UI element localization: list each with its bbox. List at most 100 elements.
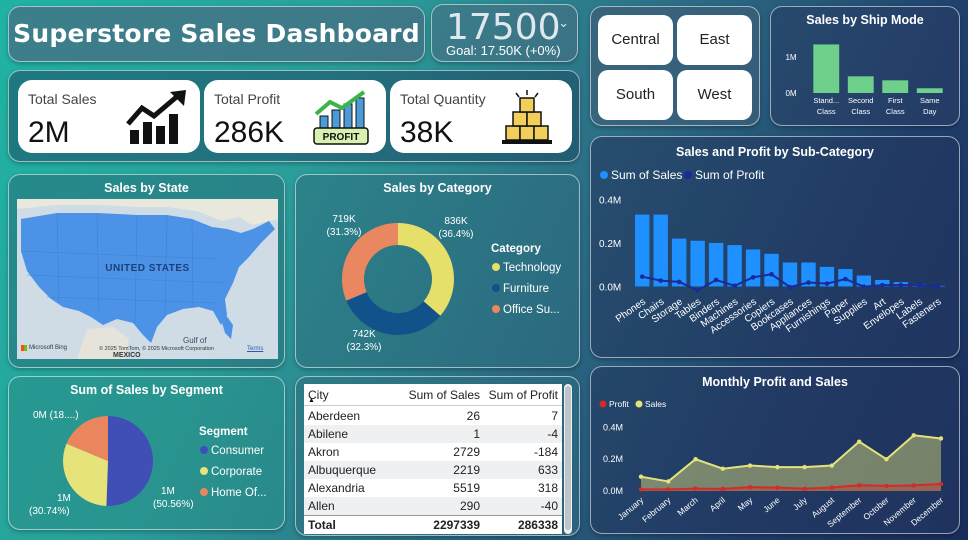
- total-sales-card[interactable]: Total Sales 2M: [18, 80, 200, 153]
- sales-point: [911, 433, 916, 438]
- table-row[interactable]: Akron 2729 -184: [304, 443, 562, 461]
- x-tick-label: February: [640, 494, 673, 524]
- table-row[interactable]: Allen 290 -40: [304, 497, 562, 515]
- profit-point: [693, 486, 698, 491]
- table-cell: 26: [466, 409, 480, 423]
- data-label: 1M: [57, 493, 71, 504]
- x-tick-label: Day: [923, 107, 937, 116]
- bing-logo-icon: [21, 345, 27, 351]
- x-tick-label: First: [888, 96, 903, 105]
- sales-point: [720, 466, 726, 471]
- card-label: Total Quantity: [400, 91, 486, 107]
- y-tick-label: 1M: [785, 53, 796, 62]
- card-value: 286K: [214, 116, 285, 149]
- sales-map[interactable]: UNITED STATES Gulf of MEXICO Microsoft B…: [17, 199, 278, 359]
- data-label: (30.74%): [29, 506, 70, 517]
- table-row[interactable]: Abilene 1 -4: [304, 425, 562, 443]
- sales-point: [747, 463, 753, 468]
- monthly-chart[interactable]: Profit Sales0.4M0.2M0.0MJanuaryFebruary Ma…: [591, 367, 961, 535]
- data-label: 0M (18....): [33, 410, 79, 421]
- region-button-east[interactable]: East: [677, 15, 752, 65]
- region-button-central[interactable]: Central: [598, 15, 673, 65]
- y-tick-label: 0.4M: [603, 422, 623, 432]
- table-cell: -184: [533, 445, 558, 459]
- region-button-south[interactable]: South: [598, 70, 673, 120]
- goal-kpi[interactable]: 17500 ⌄ Goal: 17.50K (+0%): [431, 4, 578, 62]
- x-tick-label: May: [736, 494, 755, 512]
- column-header-city[interactable]: City: [304, 388, 406, 402]
- table-row[interactable]: Alexandria 5519 318: [304, 479, 562, 497]
- sales-bar: [764, 253, 779, 287]
- table-cell: Alexandria: [308, 481, 365, 495]
- legend-label: Furniture: [503, 283, 549, 295]
- legend-label: Consumer: [211, 445, 264, 457]
- total-profit-card[interactable]: Total Profit 286K PROFIT: [204, 80, 386, 153]
- total-profit: 286338: [517, 518, 558, 532]
- profit-chart-icon: PROFIT: [313, 90, 369, 145]
- legend-label: Profit: [609, 399, 629, 409]
- legend-label: Home Of...: [211, 487, 267, 499]
- table-row[interactable]: Albuquerque 2219 633: [304, 461, 562, 479]
- legend-title: Category: [491, 243, 541, 255]
- ship-mode-bar: [813, 44, 840, 93]
- x-tick-label: Second: [848, 96, 873, 105]
- sales-point: [775, 464, 780, 470]
- city-table[interactable]: City Sum of Sales Sum of Profit ▲ Aberde…: [304, 384, 562, 534]
- us-map-shape: [17, 199, 278, 359]
- profit-point: [861, 284, 867, 289]
- sales-bar: [653, 214, 668, 287]
- table-cell: 1: [473, 427, 480, 441]
- sales-area: [641, 435, 941, 491]
- subcategory-chart-panel: Sales and Profit by Sub-Category Sum of …: [590, 136, 960, 358]
- microsoft-bing-logo: Microsoft Bing: [21, 345, 67, 351]
- profit-point: [898, 282, 904, 288]
- legend-label: Sum of Sales: [611, 168, 682, 182]
- sales-point: [693, 456, 698, 462]
- table-row[interactable]: Aberdeen 26 7: [304, 407, 562, 425]
- region-button-west[interactable]: West: [677, 70, 752, 120]
- table-cell: Albuquerque: [308, 463, 377, 477]
- title-panel: Superstore Sales Dashboard: [8, 6, 425, 62]
- table-scrollbar[interactable]: [564, 384, 572, 534]
- chevron-down-icon[interactable]: ⌄: [558, 15, 569, 31]
- data-label: (36.4%): [438, 229, 473, 240]
- column-header-profit[interactable]: Sum of Profit: [484, 388, 562, 402]
- ship-mode-chart[interactable]: 1M0MStand...ClassSecondClassFirstClassSa…: [771, 7, 961, 127]
- total-quantity-card[interactable]: Total Quantity 38K: [390, 80, 572, 153]
- column-header-sales[interactable]: Sum of Sales: [406, 388, 484, 402]
- map-terms-link[interactable]: Terms: [247, 346, 263, 352]
- pie-slice-0: [106, 416, 153, 506]
- map-mexico-label: MEXICO: [113, 352, 141, 359]
- ship-mode-bar: [916, 88, 943, 93]
- legend-marker: [492, 305, 500, 313]
- y-tick-label: 0.4M: [599, 195, 621, 206]
- scrollbar-thumb[interactable]: [565, 386, 571, 530]
- region-slicer: Central East South West: [590, 6, 760, 126]
- legend-marker: [635, 400, 643, 408]
- y-tick-label: 0.0M: [599, 282, 621, 293]
- data-label: 719K: [332, 214, 356, 225]
- profit-point: [769, 271, 774, 277]
- goal-text: Goal: 17.50K (+0%): [446, 43, 561, 58]
- y-tick-label: 0M: [785, 89, 796, 98]
- profit-point: [935, 283, 941, 289]
- legend-marker: [600, 171, 608, 179]
- subcategory-chart[interactable]: Sum of Sales Sum of Profit0.4M0.2M0.0MPho…: [591, 137, 961, 359]
- card-label: Total Profit: [214, 91, 281, 107]
- profit-point: [747, 484, 753, 490]
- profit-point: [750, 275, 756, 280]
- sort-ascending-icon[interactable]: ▲: [308, 397, 315, 404]
- category-donut-chart[interactable]: 836K (36.4%) 742K (32.3%) 719K (31.3%) Categor…: [296, 175, 581, 369]
- profit-point: [732, 283, 737, 289]
- table-cell: 2729: [453, 445, 480, 459]
- legend-label: Technology: [503, 262, 561, 274]
- kpi-cards-panel: Total Sales 2M Total Profit 286K PROFIT …: [8, 70, 580, 162]
- profit-point: [884, 483, 889, 489]
- x-tick-label: July: [791, 494, 810, 512]
- sales-point: [666, 479, 671, 484]
- ship-mode-bar: [847, 76, 874, 93]
- table-cell: 5519: [453, 481, 480, 495]
- segment-pie-chart[interactable]: 1M (50.56%) 1M (30.74%) 0M (18....) Segment Co…: [9, 377, 286, 531]
- profit-point: [938, 481, 944, 487]
- table-cell: Allen: [308, 499, 335, 513]
